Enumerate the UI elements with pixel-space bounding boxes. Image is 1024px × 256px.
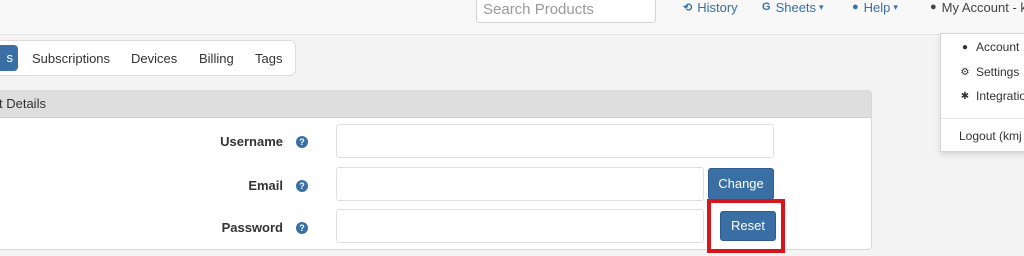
menu-item-settings[interactable]: ⚙ Settings — [959, 65, 1020, 79]
menu-item-logout[interactable]: Logout (kmj — [959, 129, 1022, 143]
account-dropdown: ● Account ⚙ Settings ✱ Integratio Logout… — [940, 33, 1024, 152]
email-label: Email — [248, 178, 283, 193]
menu-item-logout-label: Logout (kmj — [959, 129, 1022, 143]
user-icon: ● — [930, 1, 937, 13]
user-icon: ● — [961, 41, 969, 53]
info-circle-icon: ● — [852, 1, 859, 13]
search-input[interactable] — [476, 0, 656, 23]
chevron-down-icon: ▾ — [893, 1, 898, 12]
account-tabs: s Subscriptions Devices Billing Tags — [0, 40, 296, 76]
history-label: History — [697, 0, 738, 15]
sheets-menu[interactable]: G Sheets ▾ — [762, 0, 824, 15]
username-field[interactable] — [336, 124, 774, 158]
menu-item-account-label: Account — [976, 40, 1020, 54]
help-icon[interactable]: ? — [296, 136, 308, 148]
menu-item-account[interactable]: ● Account — [959, 40, 1019, 54]
menu-item-integrations[interactable]: ✱ Integratio — [959, 89, 1024, 103]
tab-billing[interactable]: Billing — [199, 51, 234, 66]
email-field[interactable] — [336, 167, 704, 201]
my-account-label: My Account - k — [941, 0, 1024, 15]
help-icon[interactable]: ? — [296, 222, 308, 234]
menu-item-integrations-label: Integratio — [976, 89, 1024, 103]
password-label: Password — [221, 220, 283, 235]
password-field[interactable] — [336, 209, 704, 243]
menu-divider — [941, 118, 1024, 119]
tab-active[interactable]: s — [0, 45, 18, 71]
my-account-menu[interactable]: ● My Account - k — [930, 0, 1024, 15]
help-label: Help — [863, 0, 891, 15]
google-g-icon: G — [762, 1, 771, 13]
tab-subscriptions[interactable]: Subscriptions — [32, 51, 110, 66]
menu-item-settings-label: Settings — [976, 65, 1020, 79]
history-icon: ⟲ — [683, 1, 693, 14]
help-menu[interactable]: ● Help ▾ — [852, 0, 898, 15]
change-email-button[interactable]: Change — [708, 168, 774, 200]
puzzle-icon: ✱ — [960, 90, 970, 102]
highlight-box — [707, 199, 785, 253]
username-label: Username — [220, 134, 283, 149]
sheets-label: Sheets — [775, 0, 817, 15]
tab-tags[interactable]: Tags — [255, 51, 282, 66]
chevron-down-icon: ▾ — [819, 1, 824, 12]
tab-devices[interactable]: Devices — [131, 51, 177, 66]
top-navbar: ⟲ History G Sheets ▾ ● Help ▾ ● My Accou… — [0, 0, 1024, 35]
history-link[interactable]: ⟲ History — [683, 0, 738, 15]
panel-heading: t Details — [0, 91, 871, 118]
help-icon[interactable]: ? — [296, 180, 308, 192]
gear-icon: ⚙ — [960, 66, 970, 78]
